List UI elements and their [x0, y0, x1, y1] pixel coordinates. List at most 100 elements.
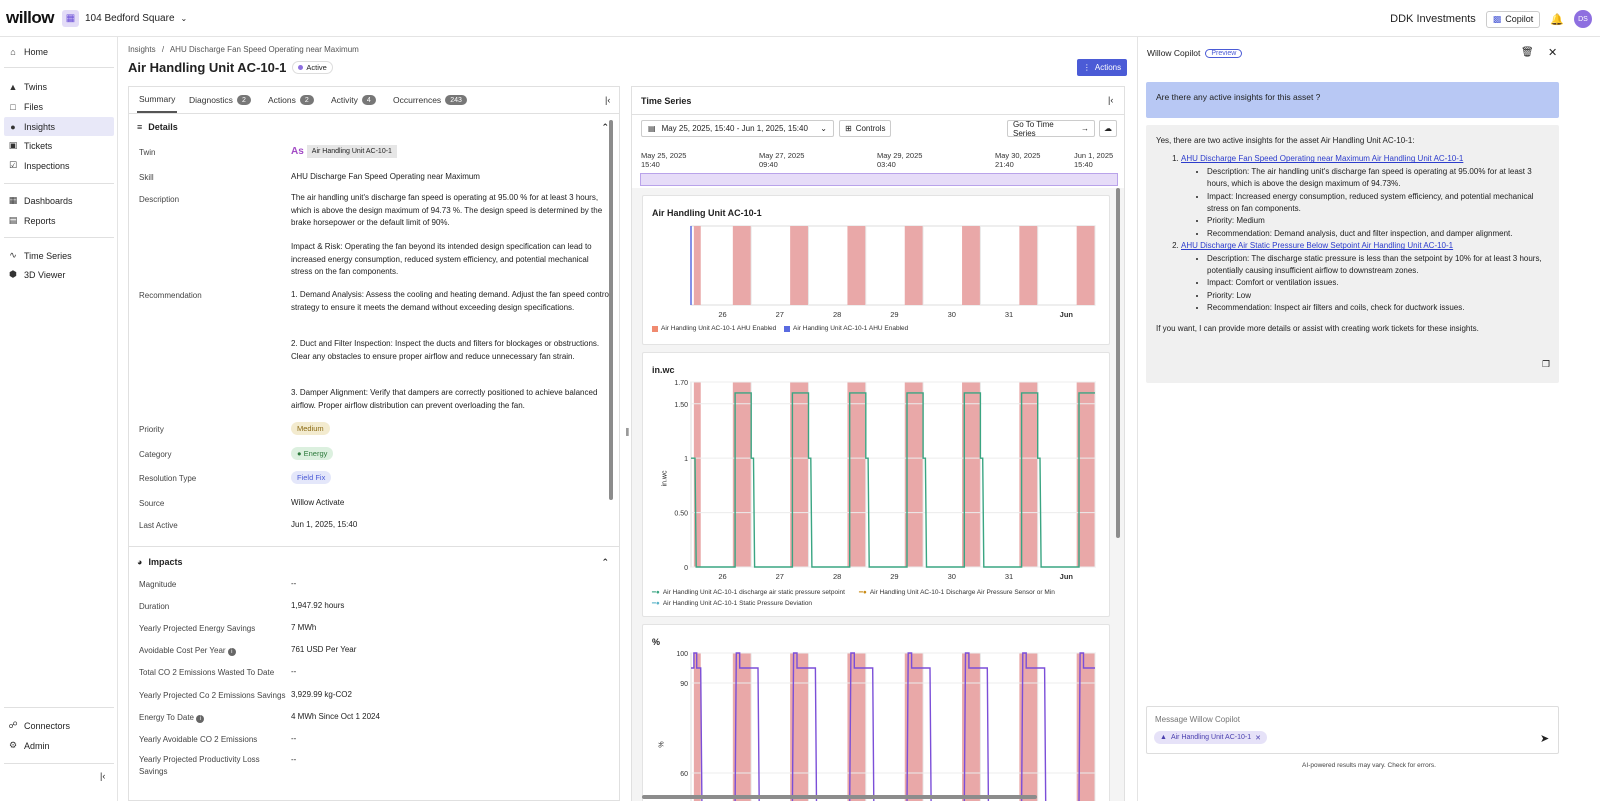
legend-item[interactable]: ━● Air Handling Unit AC-10-1 Discharge Ai… — [859, 588, 1055, 597]
date-range-picker[interactable]: ▤ May 25, 2025, 15:40 - Jun 1, 2025, 15:4… — [641, 120, 834, 137]
sidebar-item-twins[interactable]: ▲ Twins — [4, 77, 114, 96]
summary-scroll[interactable]: ≡ Details ⌃ Twin As Air Handling Unit AC-1… — [129, 114, 619, 800]
status-badge: Active — [292, 61, 333, 74]
tab-label: Activity — [331, 95, 358, 105]
collapse-panel-icon[interactable]: |‹ — [605, 95, 610, 105]
impact-label: Yearly Projected Co 2 Emissions Savings — [139, 691, 286, 700]
divider — [632, 114, 1124, 115]
bell-icon[interactable]: 🔔 — [1550, 13, 1564, 26]
collapse-panel-icon[interactable]: |‹ — [1108, 95, 1113, 105]
sidebar-item-label: Admin — [24, 740, 50, 751]
y-tick-label: 1 — [684, 456, 688, 463]
sidebar-item-tickets[interactable]: ▣ Tickets — [4, 136, 114, 155]
info-icon[interactable]: i — [196, 715, 205, 723]
actions-button[interactable]: ⋮ Actions — [1077, 59, 1127, 76]
sidebar-item-insights[interactable]: ● Insights — [4, 117, 114, 136]
list-item: Recommendation: Demand analysis, duct an… — [1207, 228, 1549, 240]
copilot-button-label: Copilot — [1505, 14, 1534, 24]
sidebar-item-inspections[interactable]: ☑ Inspections — [4, 156, 114, 175]
controls-button[interactable]: ⊞ Controls — [839, 120, 891, 137]
calendar-icon: ▤ — [648, 124, 656, 133]
y-tick-label: 90 — [680, 681, 688, 688]
tab-actions[interactable]: Actions 2 — [268, 87, 314, 113]
sidebar-item-connectors[interactable]: ☍ Connectors — [4, 716, 114, 735]
scrollbar[interactable] — [1116, 188, 1120, 538]
source-label: Source — [139, 499, 165, 508]
sidebar-item-dashboards[interactable]: ▦ Dashboards — [4, 191, 114, 210]
sidebar-item-time-series[interactable]: ∿ Time Series — [4, 246, 114, 265]
legend-line-icon: ━● — [859, 589, 867, 596]
twin-icon: ▲ — [1160, 734, 1167, 741]
twin-chip[interactable]: As Air Handling Unit AC-10-1 — [291, 145, 397, 158]
message-input[interactable] — [1155, 712, 1535, 726]
static-pressure-chart-svg[interactable]: 26 27 28 29 30 31 Jun 1.70 1.50 1 0.50 0 — [643, 353, 1109, 616]
impact-value: 3,929.99 kg-CO2 — [291, 690, 352, 699]
charts-scroll[interactable]: Air Handling Unit AC-10-1 26 27 28 29 30 31 Ju… — [632, 188, 1124, 801]
ahu-enabled-chart-svg[interactable]: 26 27 28 29 30 31 Jun — [643, 196, 1109, 344]
cloud-download-icon[interactable]: ☁ — [1099, 120, 1117, 137]
list-item: Priority: Low — [1207, 290, 1549, 302]
sidebar-item-files[interactable]: □ Files — [4, 97, 114, 116]
priority-badge: Medium — [291, 422, 330, 435]
list-item: Description: The discharge static pressu… — [1207, 253, 1549, 278]
impact-label: Yearly Avoidable CO 2 Emissions — [139, 735, 258, 744]
impacts-heading: Impacts — [148, 557, 183, 567]
close-icon[interactable]: ✕ — [1255, 734, 1261, 742]
breadcrumb-root[interactable]: Insights — [128, 45, 156, 54]
collapse-sidebar-icon[interactable]: |‹ — [100, 771, 105, 781]
site-selector[interactable]: ▦ 104 Bedford Square ⌄ — [62, 10, 187, 27]
impacts-section-header[interactable]: ◕ Impacts ⌃ — [137, 553, 609, 571]
insight-link[interactable]: AHU Discharge Air Static Pressure Below … — [1181, 241, 1453, 250]
tab-activity[interactable]: Activity 4 — [331, 87, 376, 113]
tab-summary[interactable]: Summary — [137, 87, 178, 113]
org-name[interactable]: DDK Investments — [1390, 13, 1476, 25]
impact-value: 761 USD Per Year — [291, 645, 357, 654]
file-icon: □ — [10, 101, 16, 112]
sidebar-item-label: Insights — [24, 121, 56, 132]
scrollbar[interactable] — [609, 120, 613, 500]
fan-speed-chart-svg[interactable]: 100 90 60 — [643, 625, 1109, 801]
info-icon[interactable]: i — [227, 648, 236, 656]
legend-label: Air Handling Unit AC-10-1 Discharge Air … — [869, 588, 1055, 596]
sidebar-item-admin[interactable]: ⚙ Admin — [4, 736, 114, 755]
go-to-time-series-button[interactable]: Go To Time Series → — [1007, 120, 1095, 138]
x-tick-label: Jun — [1060, 572, 1074, 581]
resolution-type-badge: Field Fix — [291, 471, 332, 484]
list-item: Priority: Medium — [1207, 215, 1549, 227]
y-tick-label: 0.50 — [674, 511, 688, 518]
legend-item[interactable]: ━● Air Handling Unit AC-10-1 Static Press… — [652, 599, 812, 608]
impact-value: 4 MWh Since Oct 1 2024 — [291, 712, 380, 721]
send-icon[interactable]: ➤ — [1540, 732, 1549, 745]
nav-date-label: May 30, 2025 — [995, 151, 1041, 160]
time-navigator-range[interactable] — [640, 173, 1118, 186]
tab-occurrences[interactable]: Occurrences 243 — [393, 87, 467, 113]
avatar[interactable]: DS — [1574, 10, 1592, 28]
tab-diagnostics[interactable]: Diagnostics 2 — [189, 87, 251, 113]
tab-count-badge: 2 — [299, 95, 314, 105]
tab-count-badge: 4 — [361, 95, 376, 105]
breadcrumb-current: AHU Discharge Fan Speed Operating near M… — [169, 45, 359, 54]
nav-date-label: Jun 1, 2025 — [1074, 151, 1114, 160]
legend-item[interactable]: Air Handling Unit AC-10-1 AHU Enabled — [784, 325, 908, 332]
trash-icon[interactable]: 🗑 — [1521, 47, 1534, 58]
resize-handle[interactable]: ❚ — [624, 427, 631, 436]
status-dot-icon — [298, 65, 304, 70]
sidebar-divider — [4, 67, 114, 68]
details-section-header[interactable]: ≡ Details ⌃ — [137, 118, 609, 136]
copilot-button[interactable]: ▩ Copilot — [1485, 10, 1541, 28]
willow-logo[interactable]: willow — [6, 8, 55, 28]
insight-link[interactable]: AHU Discharge Fan Speed Operating near M… — [1181, 154, 1463, 163]
legend-item[interactable]: Air Handling Unit AC-10-1 AHU Enabled — [652, 325, 776, 332]
context-chip[interactable]: ▲ Air Handling Unit AC-10-1 ✕ — [1154, 731, 1267, 744]
sidebar-item-reports[interactable]: ▤ Reports — [4, 211, 114, 230]
nav-date-label: May 29, 2025 — [877, 151, 923, 160]
impact-label: Total CO 2 Emissions Wasted To Date — [139, 668, 275, 677]
close-icon[interactable]: ✕ — [1548, 46, 1557, 59]
copy-icon[interactable]: ❐ — [1542, 358, 1550, 370]
legend-item[interactable]: ━● Air Handling Unit AC-10-1 discharge ai… — [652, 588, 845, 597]
sidebar-item-label: Files — [24, 101, 44, 112]
sidebar-item-3d-viewer[interactable]: ⬢ 3D Viewer — [4, 265, 114, 284]
tab-label: Occurrences — [393, 95, 442, 105]
horizontal-scrollbar[interactable] — [642, 795, 1037, 799]
sidebar-item-home[interactable]: ⌂ Home — [4, 42, 114, 61]
